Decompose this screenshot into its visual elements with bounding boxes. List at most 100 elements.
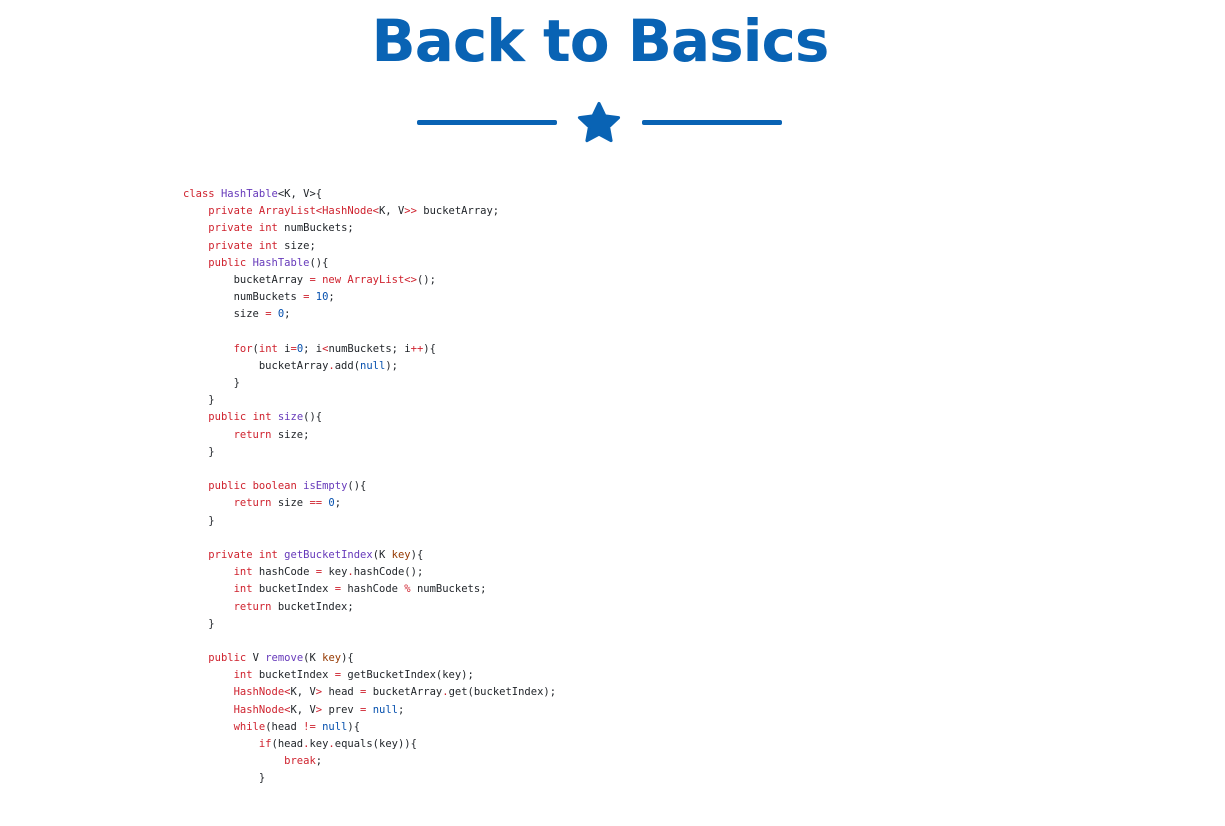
code-token: <K, V>{ <box>277 188 323 200</box>
code-token: } <box>183 445 215 458</box>
code-token: V <box>252 652 266 665</box>
code-token: hashCode <box>347 583 405 596</box>
code-token: size <box>277 497 310 510</box>
code-token: new <box>322 273 348 286</box>
code-token: (K <box>372 548 392 561</box>
code-token: int <box>258 342 285 355</box>
code-token: HashTable <box>220 188 278 200</box>
code-token: prev <box>328 703 361 716</box>
code-token: for <box>233 342 253 355</box>
code-token: class <box>183 188 221 200</box>
code-token: != <box>303 720 323 733</box>
code-token: key <box>391 548 411 561</box>
code-token: int <box>258 239 285 252</box>
code-token: public <box>208 652 253 665</box>
code-block: class HashTable<K, V>{ private ArrayList… <box>183 186 556 788</box>
code-token: 10 <box>315 291 329 304</box>
title-divider <box>416 100 784 146</box>
code-token: bucketArray; <box>423 205 500 218</box>
code-token: ); <box>385 359 398 372</box>
code-line: return size == 0; <box>183 495 556 512</box>
code-token: = <box>334 583 348 596</box>
code-token: public <box>208 411 253 424</box>
code-line: HashNode<K, V> prev = null; <box>183 702 556 719</box>
code-token: hashCode <box>258 566 316 579</box>
code-line: int bucketIndex = hashCode % numBuckets; <box>183 581 556 598</box>
code-token: if <box>258 738 272 750</box>
code-token: ; <box>334 497 342 510</box>
code-line: private ArrayList<HashNode<K, V>> bucket… <box>183 203 556 220</box>
code-token: = <box>303 291 316 304</box>
code-line: private int size; <box>183 238 556 255</box>
code-token: private <box>208 222 259 235</box>
code-token: bucketArray <box>183 359 329 372</box>
code-token: K, V <box>290 703 316 716</box>
code-line: public V remove(K key){ <box>183 650 556 667</box>
code-token: size; <box>284 239 316 252</box>
code-token: ; <box>398 703 405 716</box>
code-token: numBuckets <box>183 291 304 304</box>
code-token: ++ <box>410 342 424 355</box>
code-token: return <box>233 428 278 441</box>
code-token: (K <box>303 652 323 665</box>
code-token: break <box>284 755 316 768</box>
code-token: (head <box>271 738 304 750</box>
code-line: } <box>183 444 556 461</box>
code-token: bucketArray <box>183 273 310 286</box>
code-token: getBucketIndex(key); <box>347 669 474 682</box>
code-line: } <box>183 616 556 633</box>
code-token: = <box>360 686 373 699</box>
code-token: = <box>265 308 278 321</box>
code-token: boolean <box>252 480 304 493</box>
code-token: public <box>208 256 253 269</box>
code-token: bucketIndex <box>258 669 335 682</box>
code-token: (head <box>265 720 304 733</box>
code-token: ){ <box>423 342 436 355</box>
code-token: head <box>328 686 361 699</box>
code-token: size; <box>277 428 310 441</box>
code-token: bucketIndex; <box>277 600 354 613</box>
code-token: ){ <box>341 652 354 665</box>
code-token: > <box>315 703 329 716</box>
code-line: break; <box>183 753 556 770</box>
code-token: key <box>309 738 329 750</box>
code-token: } <box>183 377 240 390</box>
code-token: = <box>315 566 329 579</box>
code-token: numBuckets; <box>284 222 354 235</box>
code-token: HashNode< <box>233 703 291 716</box>
code-token: size <box>277 411 304 424</box>
code-token: ){ <box>347 720 361 733</box>
code-token: private <box>208 239 259 252</box>
code-token: (){ <box>303 411 323 424</box>
code-token: = <box>360 703 373 716</box>
code-line: bucketArray.add(null); <box>183 358 556 375</box>
code-line: numBuckets = 10; <box>183 289 556 306</box>
code-token: int <box>233 566 259 579</box>
star-icon <box>577 101 621 143</box>
code-token: get(bucketIndex); <box>448 686 557 699</box>
code-token: key <box>328 566 348 579</box>
code-line: class HashTable<K, V>{ <box>183 186 556 203</box>
code-token: equals(key)){ <box>334 738 417 750</box>
code-line: return bucketIndex; <box>183 599 556 616</box>
divider-line-left <box>417 120 557 125</box>
code-line: } <box>183 375 556 392</box>
code-line: } <box>183 513 556 530</box>
code-token: bucketArray <box>372 686 443 699</box>
page-title: Back to Basics <box>371 7 830 75</box>
code-token: getBucketIndex <box>284 548 373 561</box>
